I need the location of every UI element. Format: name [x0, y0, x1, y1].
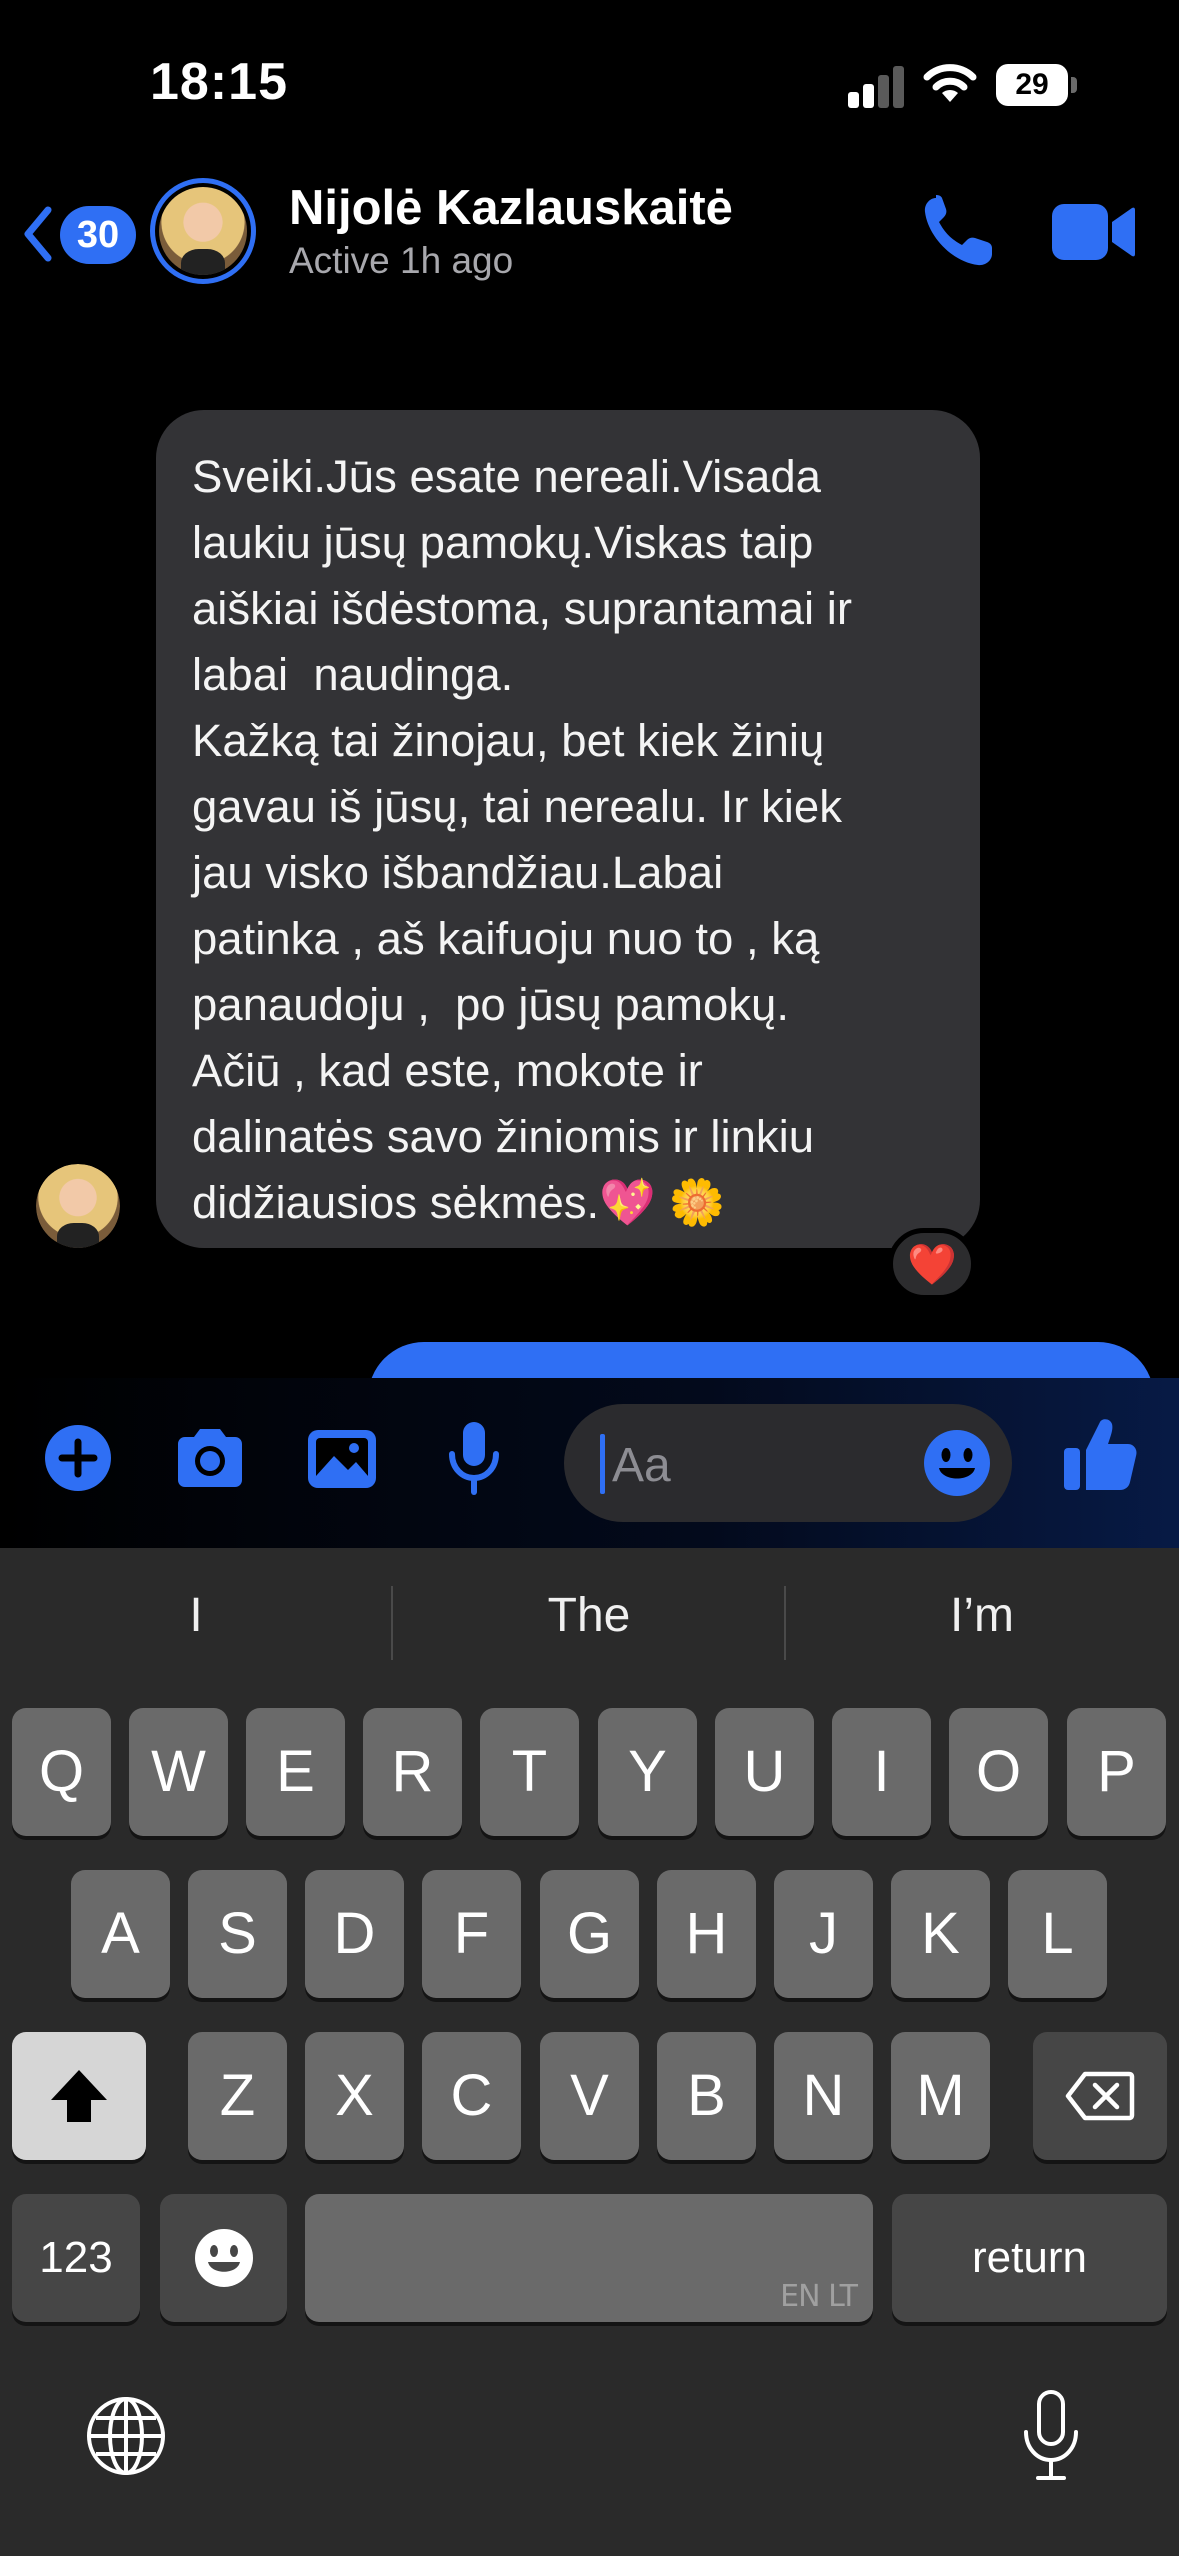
battery-icon: 29 [996, 64, 1077, 106]
space-language-label: EN LT [780, 2279, 858, 2314]
key-j[interactable]: J [774, 1870, 873, 1998]
key-m[interactable]: M [891, 2032, 990, 2160]
emoji-face-icon[interactable] [922, 1428, 992, 1498]
contact-avatar[interactable] [150, 178, 256, 284]
incoming-message[interactable]: Sveiki.Jūs esate nereali.Visada laukiu j… [156, 410, 980, 1248]
key-f[interactable]: F [422, 1870, 521, 1998]
heart-reaction[interactable]: ❤️ [888, 1228, 976, 1300]
key-z[interactable]: Z [188, 2032, 287, 2160]
emoji-face-icon [194, 2229, 253, 2287]
video-camera-icon[interactable] [1050, 198, 1136, 266]
composer-bar: Aa [0, 1378, 1179, 1548]
key-h[interactable]: H [657, 1870, 756, 1998]
status-time: 18:15 [150, 53, 288, 111]
microphone-icon[interactable] [434, 1418, 514, 1498]
shift-arrow-icon [51, 2070, 107, 2122]
key-w[interactable]: W [129, 1708, 228, 1836]
key-y[interactable]: Y [598, 1708, 697, 1836]
key-e[interactable]: E [246, 1708, 345, 1836]
chevron-left-icon [24, 206, 52, 262]
text-caret [600, 1434, 605, 1494]
chat-header: 30 Nijolė Kazlauskaitė Active 1h ago [0, 170, 1179, 320]
battery-level: 29 [996, 64, 1068, 106]
shift-key[interactable] [12, 2032, 146, 2160]
key-d[interactable]: D [305, 1870, 404, 1998]
back-button[interactable]: 30 [22, 200, 140, 268]
outgoing-message[interactable] [368, 1342, 1154, 1378]
status-bar: 18:15 29 [0, 0, 1179, 170]
key-a[interactable]: A [71, 1870, 170, 1998]
key-k[interactable]: K [891, 1870, 990, 1998]
key-i[interactable]: I [832, 1708, 931, 1836]
backspace-icon [1065, 2071, 1135, 2121]
key-l[interactable]: L [1008, 1870, 1107, 1998]
plus-circle-icon[interactable] [38, 1418, 118, 1498]
message-input-placeholder: Aa [612, 1439, 671, 1492]
key-s[interactable]: S [188, 1870, 287, 1998]
predictive-suggestions: I The I’m [0, 1548, 1179, 1704]
camera-icon[interactable] [170, 1418, 250, 1498]
sender-avatar[interactable] [36, 1164, 120, 1248]
key-u[interactable]: U [715, 1708, 814, 1836]
key-c[interactable]: C [422, 2032, 521, 2160]
globe-icon[interactable] [84, 2394, 168, 2478]
key-v[interactable]: V [540, 2032, 639, 2160]
dictation-microphone-icon[interactable] [1016, 2388, 1086, 2484]
suggestion-3[interactable]: I’m [786, 1588, 1178, 1643]
keyboard: I The I’m Q W E R T Y U I O P A S D F G … [0, 1548, 1179, 2556]
key-q[interactable]: Q [12, 1708, 111, 1836]
space-key[interactable]: EN LT [305, 2194, 873, 2322]
message-input[interactable]: Aa [564, 1404, 1012, 1522]
emoji-key[interactable] [160, 2194, 287, 2322]
thumbs-up-icon[interactable] [1060, 1414, 1140, 1494]
phone-icon[interactable] [918, 192, 998, 272]
contact-name[interactable]: Nijolė Kazlauskaitė [289, 180, 733, 236]
key-r[interactable]: R [363, 1708, 462, 1836]
key-t[interactable]: T [480, 1708, 579, 1836]
contact-status: Active 1h ago [289, 240, 514, 281]
key-o[interactable]: O [949, 1708, 1048, 1836]
wifi-icon [923, 64, 977, 102]
key-p[interactable]: P [1067, 1708, 1166, 1836]
delete-key[interactable] [1033, 2032, 1167, 2160]
key-g[interactable]: G [540, 1870, 639, 1998]
suggestion-2[interactable]: The [393, 1588, 785, 1643]
photo-gallery-icon[interactable] [302, 1418, 382, 1498]
numbers-key[interactable]: 123 [12, 2194, 140, 2322]
cellular-signal-icon [848, 64, 906, 108]
message-list[interactable]: Sveiki.Jūs esate nereali.Visada laukiu j… [0, 330, 1179, 1378]
key-b[interactable]: B [657, 2032, 756, 2160]
unread-count-badge: 30 [60, 206, 136, 264]
suggestion-1[interactable]: I [0, 1588, 392, 1643]
key-n[interactable]: N [774, 2032, 873, 2160]
key-x[interactable]: X [305, 2032, 404, 2160]
return-key[interactable]: return [892, 2194, 1167, 2322]
